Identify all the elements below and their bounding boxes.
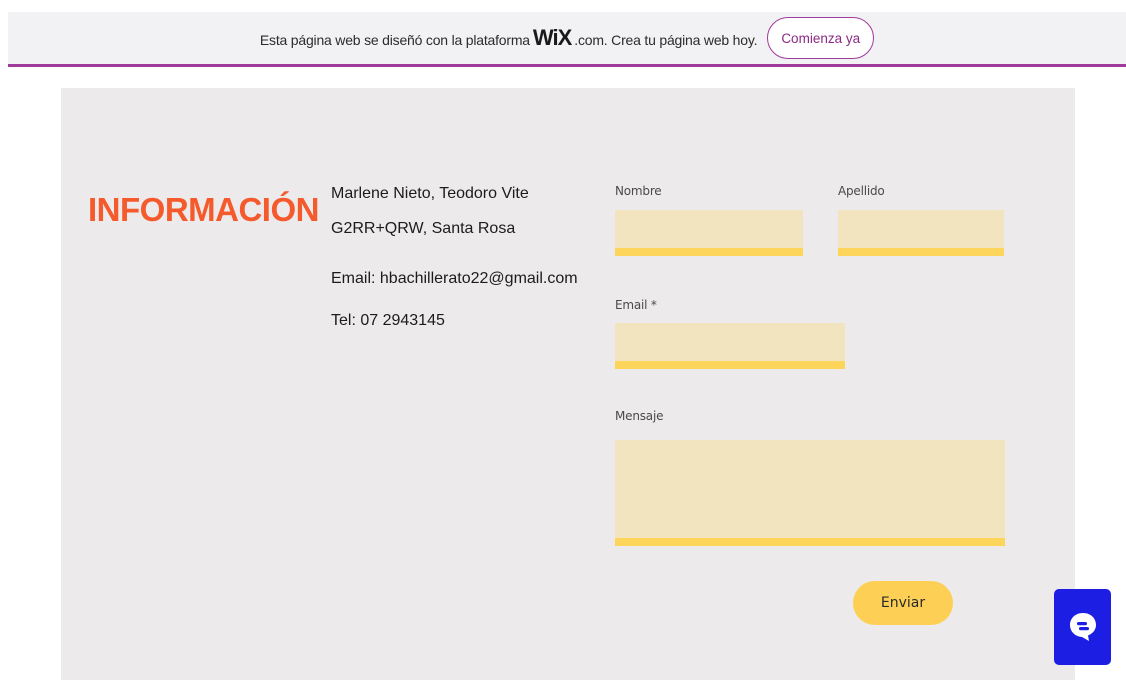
- last-name-label: Apellido: [838, 184, 885, 198]
- first-name-field[interactable]: [615, 210, 803, 256]
- info-heading: INFORMACIÓN: [88, 191, 319, 228]
- message-field[interactable]: [615, 440, 1005, 546]
- email-field[interactable]: [615, 323, 845, 369]
- message-label: Mensaje: [615, 409, 664, 423]
- promo-text-before: Esta página web se diseñó con la platafo…: [259, 32, 530, 48]
- contact-info: Marlene Nieto, Teodoro Vite G2RR+QRW, Sa…: [331, 184, 578, 331]
- contact-names: Marlene Nieto, Teodoro Vite: [331, 185, 529, 202]
- chat-bubble-icon: [1069, 613, 1096, 641]
- wix-logo: WiX: [532, 25, 572, 50]
- wix-promo-banner: Esta página web se diseñó con la platafo…: [8, 12, 1126, 67]
- promo-text-after: .com. Crea tu página web hoy.: [574, 32, 758, 48]
- contact-section: INFORMACIÓN Marlene Nieto, Teodoro Vite …: [61, 88, 1075, 680]
- chat-widget-button[interactable]: [1054, 589, 1111, 665]
- first-name-label: Nombre: [615, 184, 662, 198]
- promo-text: Esta página web se diseñó con la platafo…: [259, 25, 758, 51]
- email-label: Email *: [615, 298, 657, 312]
- contact-address: G2RR+QRW, Santa Rosa: [331, 220, 516, 237]
- start-now-button[interactable]: Comienza ya: [767, 17, 875, 59]
- submit-button[interactable]: Enviar: [853, 581, 953, 625]
- last-name-field[interactable]: [838, 210, 1004, 256]
- contact-phone: Tel: 07 2943145: [331, 312, 445, 329]
- contact-email: Email: hbachillerato22@gmail.com: [331, 270, 578, 287]
